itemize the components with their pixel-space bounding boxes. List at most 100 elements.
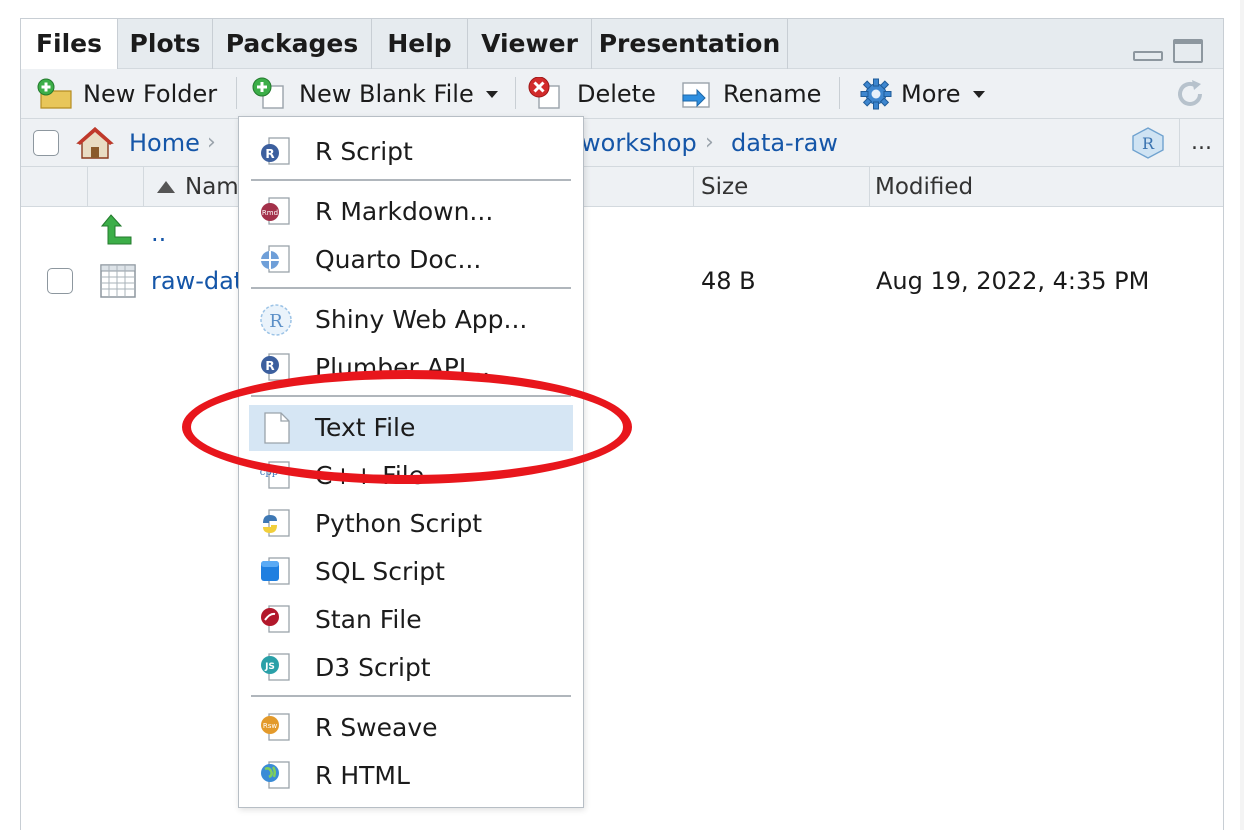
rename-button[interactable]: Rename — [677, 69, 821, 119]
new-blank-file-menu: R R Script Rmd R Markdown... Quarto Doc.… — [238, 116, 584, 808]
window-edge — [1240, 0, 1244, 830]
toolbar-divider — [236, 77, 237, 109]
rename-label: Rename — [723, 80, 822, 108]
menu-item-label: Python Script — [315, 509, 483, 538]
menu-separator — [251, 179, 571, 181]
select-all-checkbox[interactable] — [33, 130, 59, 156]
file-size: 48 B — [701, 267, 756, 295]
tab-help[interactable]: Help — [372, 19, 468, 69]
menu-item-label: Text File — [315, 413, 416, 442]
menu-item-plumber-api[interactable]: R Plumber API... — [249, 345, 573, 391]
menu-item-label: Plumber API... — [315, 353, 491, 382]
r-project-icon[interactable]: R — [1131, 127, 1165, 159]
plumber-icon: R — [261, 353, 290, 381]
new-folder-button[interactable]: New Folder — [35, 69, 217, 119]
menu-item-label: Stan File — [315, 605, 422, 634]
new-blank-file-button[interactable]: New Blank File — [251, 69, 498, 119]
breadcrumb-overflow-button[interactable]: ... — [1191, 119, 1212, 167]
more-label: More — [901, 80, 961, 108]
r-script-icon: R — [261, 137, 290, 165]
delete-icon — [528, 77, 560, 109]
rename-icon — [682, 82, 710, 108]
menu-item-r-sweave[interactable]: Rsw R Sweave — [249, 705, 573, 751]
menu-item-label: R Markdown... — [315, 197, 494, 226]
tab-presentation[interactable]: Presentation — [592, 19, 788, 69]
menu-item-label: C++ File — [315, 461, 425, 490]
menu-item-shiny-web-app[interactable]: R Shiny Web App... — [249, 297, 573, 343]
menu-item-sql-script[interactable]: SQL Script — [249, 549, 573, 595]
quarto-icon — [261, 245, 290, 273]
file-name-link[interactable]: raw-data — [151, 257, 239, 305]
svg-text:Rsw: Rsw — [263, 722, 278, 730]
tab-viewer[interactable]: Viewer — [468, 19, 592, 69]
chevron-down-icon — [972, 90, 985, 98]
menu-item-label: Shiny Web App... — [315, 305, 528, 334]
column-modified[interactable]: Modified — [875, 167, 973, 207]
breadcrumb-data-raw[interactable]: data-raw — [731, 119, 838, 167]
svg-text:Rmd: Rmd — [262, 209, 278, 217]
svg-text:cpp: cpp — [260, 467, 278, 478]
column-size[interactable]: Size — [701, 167, 748, 207]
menu-item-quarto-doc[interactable]: Quarto Doc... — [249, 237, 573, 283]
files-pane: Files Plots Packages Help Viewer Present… — [20, 18, 1224, 830]
pane-tab-bar: Files Plots Packages Help Viewer Present… — [21, 19, 1223, 70]
stan-icon — [261, 605, 290, 633]
text-file-icon — [264, 412, 290, 444]
more-button[interactable]: More — [859, 69, 985, 119]
menu-item-label: R HTML — [315, 761, 410, 790]
maximize-pane-icon[interactable] — [1173, 39, 1203, 63]
breadcrumb-separator: › — [207, 130, 216, 155]
sort-ascending-icon — [157, 181, 175, 193]
menu-item-r-script[interactable]: R R Script — [249, 129, 573, 175]
menu-item-python-script[interactable]: Python Script — [249, 501, 573, 547]
menu-item-text-file[interactable]: Text File — [249, 405, 573, 451]
new-folder-label: New Folder — [83, 80, 218, 108]
r-html-icon — [261, 761, 290, 789]
menu-item-r-html[interactable]: R HTML — [249, 753, 573, 799]
menu-item-d3-script[interactable]: JS D3 Script — [249, 645, 573, 691]
svg-text:R: R — [1142, 134, 1155, 153]
svg-text:R: R — [265, 359, 274, 373]
breadcrumb: Home › workshop › data-raw R ... — [21, 119, 1223, 167]
menu-item-cpp-file[interactable]: cpp C++ File — [249, 453, 573, 499]
file-list-header: Name Size Modified — [21, 167, 1223, 207]
sweave-icon: Rsw — [261, 713, 290, 741]
menu-item-label: R Sweave — [315, 713, 438, 742]
column-divider — [87, 167, 88, 207]
menu-item-stan-file[interactable]: Stan File — [249, 597, 573, 643]
delete-label: Delete — [577, 80, 656, 108]
breadcrumb-home[interactable]: Home — [129, 119, 200, 167]
gear-icon — [860, 78, 892, 110]
tab-plots[interactable]: Plots — [118, 19, 213, 69]
d3-icon: JS — [261, 653, 290, 681]
breadcrumb-workshop[interactable]: workshop — [581, 119, 697, 167]
new-file-icon — [252, 77, 284, 109]
menu-item-label: SQL Script — [315, 557, 445, 586]
menu-item-r-markdown[interactable]: Rmd R Markdown... — [249, 189, 573, 235]
spreadsheet-icon — [100, 264, 136, 298]
table-row[interactable]: raw-data 48 B Aug 19, 2022, 4:35 PM — [21, 257, 1223, 305]
menu-item-label: R Script — [315, 137, 413, 166]
refresh-icon[interactable] — [1173, 77, 1207, 111]
menu-item-label: D3 Script — [315, 653, 431, 682]
delete-button[interactable]: Delete — [527, 69, 656, 119]
tab-files[interactable]: Files — [21, 19, 118, 70]
tab-packages[interactable]: Packages — [213, 19, 372, 69]
svg-text:JS: JS — [264, 662, 275, 672]
file-name-link[interactable]: .. — [151, 209, 166, 257]
menu-item-label: Quarto Doc... — [315, 245, 482, 274]
svg-text:R: R — [265, 147, 274, 161]
toolbar-divider — [515, 77, 516, 109]
r-markdown-icon: Rmd — [261, 197, 290, 225]
table-row[interactable]: .. — [21, 209, 1223, 257]
breadcrumb-separator: › — [705, 130, 714, 155]
parent-directory-icon — [101, 214, 132, 245]
column-divider — [693, 167, 694, 207]
minimize-pane-icon[interactable] — [1133, 51, 1163, 61]
svg-text:R: R — [269, 311, 283, 332]
toolbar-divider — [839, 77, 840, 109]
row-checkbox[interactable] — [47, 268, 73, 294]
menu-separator — [251, 695, 571, 697]
breadcrumb-divider — [1179, 119, 1180, 167]
menu-separator — [251, 287, 571, 289]
